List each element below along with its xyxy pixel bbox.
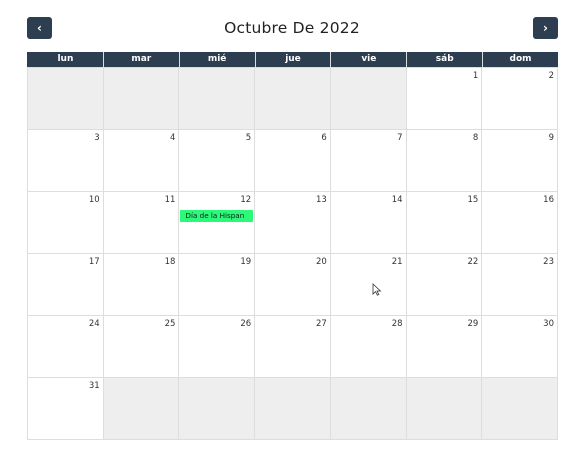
weekday-header: lun mar mié jue vie sáb dom — [27, 52, 558, 67]
weekday-label: mar — [102, 52, 179, 67]
weekday-label: lun — [27, 52, 103, 67]
day-cell[interactable]: 24 — [28, 315, 104, 377]
day-cell[interactable] — [330, 67, 407, 129]
day-number[interactable]: 14 — [392, 195, 403, 205]
day-number[interactable]: 31 — [89, 381, 100, 391]
day-number[interactable]: 7 — [397, 133, 402, 143]
day-cell[interactable] — [255, 377, 331, 439]
day-number[interactable]: 30 — [543, 319, 554, 329]
day-cell[interactable]: 17 — [28, 253, 104, 315]
weekday-label: mié — [178, 52, 255, 67]
weekday-label: sáb — [406, 52, 482, 67]
day-cell[interactable]: 6 — [255, 129, 331, 191]
day-cell[interactable]: 23 — [482, 253, 558, 315]
day-cell[interactable]: 20 — [255, 253, 331, 315]
day-cell[interactable]: 12 Día de la Hispan — [179, 191, 256, 253]
day-cell[interactable]: 18 — [103, 253, 180, 315]
day-number[interactable]: 22 — [467, 257, 478, 267]
day-number[interactable]: 5 — [246, 133, 251, 143]
day-cell[interactable] — [406, 377, 483, 439]
day-number[interactable]: 16 — [543, 195, 554, 205]
day-cell[interactable]: 4 — [103, 129, 180, 191]
day-cell[interactable]: 28 — [330, 315, 407, 377]
day-number[interactable]: 19 — [240, 257, 251, 267]
day-cell[interactable]: 16 — [482, 191, 558, 253]
day-number[interactable]: 8 — [473, 133, 478, 143]
day-cell[interactable]: 27 — [255, 315, 331, 377]
calendar-title: Octubre De 2022 — [224, 19, 360, 37]
day-cell[interactable]: 21 — [330, 253, 407, 315]
day-cell[interactable]: 10 — [28, 191, 104, 253]
day-number[interactable]: 18 — [165, 257, 176, 267]
day-number[interactable]: 3 — [94, 133, 99, 143]
day-number[interactable]: 9 — [549, 133, 554, 143]
day-cell[interactable]: 22 — [406, 253, 483, 315]
day-cell[interactable]: 8 — [406, 129, 483, 191]
day-number[interactable]: 11 — [165, 195, 176, 205]
calendar-days: 1 2 3 4 5 6 7 8 9 10 11 12 Día de la Hispan 13 14 15 16 1… — [27, 67, 558, 440]
day-cell[interactable]: 25 — [103, 315, 180, 377]
day-cell[interactable]: 1 — [406, 67, 483, 129]
day-number[interactable]: 21 — [392, 257, 403, 267]
day-cell[interactable] — [255, 67, 331, 129]
mouse-pointer-icon — [372, 283, 382, 296]
day-number[interactable]: 12 — [240, 195, 251, 205]
day-number[interactable]: 1 — [473, 71, 478, 81]
day-cell[interactable] — [28, 67, 104, 129]
day-cell[interactable] — [482, 377, 558, 439]
day-number[interactable]: 13 — [316, 195, 327, 205]
weekday-label: vie — [330, 52, 406, 67]
calendar-event[interactable]: Día de la Hispan — [180, 210, 254, 222]
calendar: ‹ Octubre De 2022 › lun mar mié jue vie … — [0, 0, 584, 458]
day-number[interactable]: 17 — [89, 257, 100, 267]
day-cell[interactable]: 26 — [179, 315, 256, 377]
day-number[interactable]: 2 — [549, 71, 554, 81]
day-cell[interactable]: 2 — [482, 67, 558, 129]
next-month-button[interactable]: › — [533, 17, 558, 39]
day-number[interactable]: 26 — [240, 319, 251, 329]
day-cell[interactable] — [179, 67, 256, 129]
day-cell[interactable]: 3 — [28, 129, 104, 191]
day-number[interactable]: 24 — [89, 319, 100, 329]
day-cell[interactable] — [103, 67, 180, 129]
day-cell[interactable] — [179, 377, 256, 439]
day-cell[interactable]: 14 — [330, 191, 407, 253]
chevron-right-icon: › — [543, 21, 548, 35]
day-cell[interactable]: 13 — [255, 191, 331, 253]
day-cell[interactable] — [103, 377, 180, 439]
day-number[interactable]: 4 — [170, 133, 175, 143]
day-cell[interactable]: 31 — [28, 377, 104, 439]
day-cell[interactable] — [330, 377, 407, 439]
day-cell[interactable]: 19 — [179, 253, 256, 315]
day-number[interactable]: 20 — [316, 257, 327, 267]
day-number[interactable]: 15 — [467, 195, 478, 205]
day-cell[interactable]: 5 — [179, 129, 256, 191]
day-number[interactable]: 29 — [467, 319, 478, 329]
day-number[interactable]: 28 — [392, 319, 403, 329]
weekday-label: dom — [482, 52, 558, 67]
day-number[interactable]: 6 — [321, 133, 326, 143]
month-grid: lun mar mié jue vie sáb dom 1 2 3 4 5 6 7 8 9 10 1… — [27, 52, 558, 440]
day-cell[interactable]: 30 — [482, 315, 558, 377]
weekday-label: jue — [254, 52, 331, 67]
day-cell[interactable]: 11 — [103, 191, 180, 253]
day-number[interactable]: 10 — [89, 195, 100, 205]
day-cell[interactable]: 29 — [406, 315, 483, 377]
day-cell[interactable]: 15 — [406, 191, 483, 253]
day-number[interactable]: 25 — [165, 319, 176, 329]
day-cell[interactable]: 9 — [482, 129, 558, 191]
day-cell[interactable]: 7 — [330, 129, 407, 191]
day-number[interactable]: 27 — [316, 319, 327, 329]
day-number[interactable]: 23 — [543, 257, 554, 267]
